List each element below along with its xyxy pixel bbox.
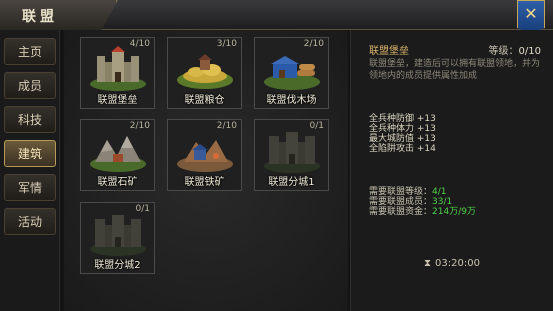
close-icon: ✕ bbox=[524, 4, 538, 23]
building-name: 联盟铁矿 bbox=[184, 177, 225, 188]
building-card-fortress[interactable]: 4/10 联盟堡垒 bbox=[80, 37, 155, 109]
tab-intel[interactable]: 军情 bbox=[4, 174, 56, 201]
requirement-item: 需要联盟资金：214万/9万 bbox=[369, 207, 476, 217]
build-timer: ⧗ 03:20:00 bbox=[351, 258, 553, 269]
detail-building-name: 联盟堡垒 bbox=[369, 46, 409, 57]
title-plate bbox=[0, 0, 118, 30]
attribute-item: 全兵种防御 +13 bbox=[369, 114, 436, 124]
branch-city-icon bbox=[90, 215, 146, 256]
building-name: 联盟石矿 bbox=[97, 177, 138, 188]
branch-city-icon bbox=[264, 132, 320, 173]
building-card-quarry[interactable]: 2/10 联盟石矿 bbox=[80, 119, 155, 191]
detail-description: 联盟堡垒，建造后可以拥有联盟领地，并为领地内的成员提供属性加成 bbox=[369, 59, 541, 81]
requirement-value: 214万/9万 bbox=[432, 207, 476, 217]
window-title: 联盟 bbox=[22, 9, 58, 25]
granary-icon bbox=[177, 54, 233, 89]
close-button[interactable]: ✕ bbox=[517, 0, 545, 34]
detail-level: 等级：0/10 bbox=[488, 46, 541, 57]
tab-buildings[interactable]: 建筑 bbox=[4, 140, 56, 167]
building-detail-panel: 联盟堡垒 等级：0/10 联盟堡垒，建造后可以拥有联盟领地，并为领地内的成员提供… bbox=[350, 30, 553, 311]
building-name: 联盟粮仓 bbox=[184, 95, 225, 106]
requirement-item: 需要联盟成员：33/1 bbox=[369, 197, 453, 207]
building-grid: 4/10 联盟堡垒 3/10 联盟粮仓 2/10 联盟伐木场 2/10 联盟石矿… bbox=[64, 30, 348, 311]
building-name: 联盟分城2 bbox=[94, 260, 141, 271]
requirement-value: 4/1 bbox=[432, 187, 447, 197]
tab-home[interactable]: 主页 bbox=[4, 38, 56, 65]
lumberyard-icon bbox=[264, 56, 320, 90]
hourglass-icon: ⧗ bbox=[424, 258, 432, 269]
tab-events[interactable]: 活动 bbox=[4, 208, 56, 235]
quarry-icon bbox=[90, 136, 146, 172]
building-name: 联盟伐木场 bbox=[266, 95, 317, 106]
building-card-granary[interactable]: 3/10 联盟粮仓 bbox=[167, 37, 242, 109]
requirement-list: 需要联盟等级：4/1 需要联盟成员：33/1 需要联盟资金：214万/9万 bbox=[369, 187, 476, 217]
tab-technology[interactable]: 科技 bbox=[4, 106, 56, 133]
iron-mine-icon bbox=[177, 140, 233, 172]
requirement-value: 33/1 bbox=[432, 197, 453, 207]
attribute-list: 全兵种防御 +13 全兵种体力 +13 最大城防值 +13 全陷阱攻击 +14 bbox=[369, 114, 436, 154]
building-card-branch-city-1[interactable]: 0/1 联盟分城1 bbox=[254, 119, 329, 191]
attribute-item: 最大城防值 +13 bbox=[369, 134, 436, 144]
building-card-iron-mine[interactable]: 2/10 联盟铁矿 bbox=[167, 119, 242, 191]
building-card-lumberyard[interactable]: 2/10 联盟伐木场 bbox=[254, 37, 329, 109]
fortress-icon bbox=[90, 46, 146, 91]
sidebar: 主页 成员 科技 建筑 军情 活动 bbox=[0, 30, 60, 311]
building-name: 联盟分城1 bbox=[268, 177, 315, 188]
title-bar: 联盟 ✕ bbox=[0, 0, 553, 34]
build-time: 03:20:00 bbox=[435, 258, 480, 269]
detail-level-value: 0/10 bbox=[518, 46, 541, 57]
building-card-branch-city-2[interactable]: 0/1 联盟分城2 bbox=[80, 202, 155, 274]
attribute-item: 全陷阱攻击 +14 bbox=[369, 144, 436, 154]
building-name: 联盟堡垒 bbox=[97, 95, 138, 106]
tab-members[interactable]: 成员 bbox=[4, 72, 56, 99]
requirement-item: 需要联盟等级：4/1 bbox=[369, 187, 447, 197]
attribute-item: 全兵种体力 +13 bbox=[369, 124, 436, 134]
